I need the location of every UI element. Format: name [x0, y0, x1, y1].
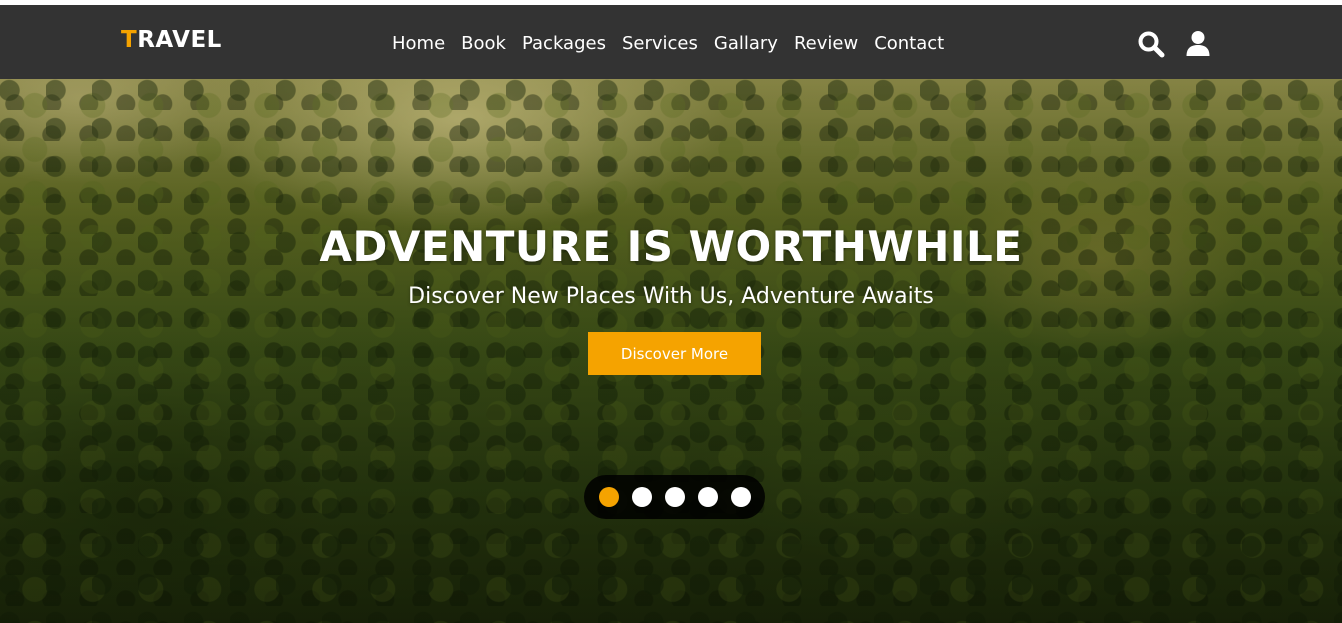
slider-dots	[584, 475, 765, 519]
search-icon[interactable]	[1136, 29, 1166, 59]
logo[interactable]: TRAVEL	[121, 27, 222, 53]
slider-dot-5[interactable]	[730, 487, 751, 507]
nav-link-gallary[interactable]: Gallary	[714, 33, 778, 54]
slider-dot-3[interactable]	[664, 487, 685, 507]
main-nav: Home Book Packages Services Gallary Revi…	[392, 29, 944, 57]
logo-rest: RAVEL	[137, 27, 222, 53]
nav-link-packages[interactable]: Packages	[522, 33, 606, 54]
hero-title: ADVENTURE IS WORTHWHILE	[319, 222, 1023, 271]
nav-link-review[interactable]: Review	[794, 33, 858, 54]
hero-subtitle: Discover New Places With Us, Adventure A…	[408, 284, 934, 309]
discover-more-button[interactable]: Discover More	[588, 332, 761, 375]
hero-content: ADVENTURE IS WORTHWHILE Discover New Pla…	[0, 79, 1342, 623]
slider-dot-1[interactable]	[598, 487, 619, 507]
nav-link-contact[interactable]: Contact	[874, 33, 944, 54]
slider-dot-4[interactable]	[697, 487, 718, 507]
hero-banner: ADVENTURE IS WORTHWHILE Discover New Pla…	[0, 79, 1342, 623]
slider-dot-2[interactable]	[631, 487, 652, 507]
user-icon[interactable]	[1183, 29, 1213, 59]
logo-initial: T	[121, 27, 138, 53]
nav-link-services[interactable]: Services	[622, 33, 698, 54]
nav-link-home[interactable]: Home	[392, 33, 445, 54]
nav-link-book[interactable]: Book	[461, 33, 506, 54]
site-header: TRAVEL Home Book Packages Services Galla…	[0, 5, 1342, 79]
